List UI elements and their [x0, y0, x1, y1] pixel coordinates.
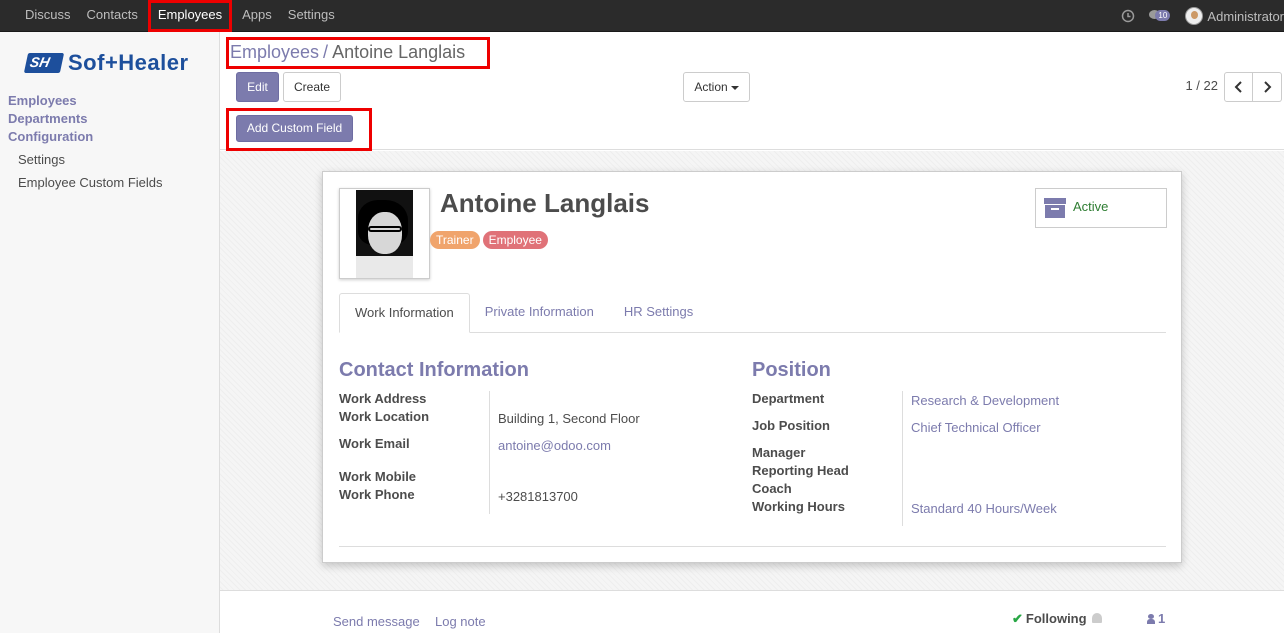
menu-employees[interactable]: Employees: [147, 0, 233, 32]
work-phone-value: +3281813700: [498, 489, 578, 504]
sidebar-item-employee-custom-fields[interactable]: Employee Custom Fields: [8, 175, 163, 190]
form-view: Antoine Langlais Trainer Employee Active…: [220, 151, 1284, 633]
pager-value[interactable]: 1 / 22: [1185, 78, 1218, 93]
position-title: Position: [752, 359, 831, 381]
sheet-divider: [339, 546, 1166, 547]
bell-icon[interactable]: [1092, 613, 1102, 623]
breadcrumb-current: Antoine Langlais: [332, 42, 466, 62]
department-label: Department: [752, 391, 825, 406]
coach-label: Coach: [752, 481, 792, 496]
contact-information-title: Contact Information: [339, 359, 529, 381]
work-phone-label: Work Phone: [339, 487, 415, 502]
work-email-label: Work Email: [339, 436, 410, 451]
sidebar-item-departments[interactable]: Departments: [8, 110, 163, 128]
avatar[interactable]: [1185, 7, 1204, 25]
sidebar-item-employees[interactable]: Employees: [8, 92, 163, 110]
employee-tags: Trainer Employee: [430, 231, 551, 249]
employee-name: Antoine Langlais: [440, 188, 650, 218]
active-toggle-button[interactable]: Active: [1035, 188, 1167, 228]
user-menu[interactable]: Administrator: [1207, 9, 1284, 24]
company-logo: SH Sof+Healer: [23, 50, 189, 76]
archive-icon: [1044, 198, 1066, 218]
tag-trainer: Trainer: [430, 231, 480, 249]
logo-text: Sof+Healer: [68, 50, 189, 75]
work-address-label: Work Address: [339, 391, 427, 406]
reporting-head-label: Reporting Head: [752, 463, 849, 478]
breadcrumb-employees[interactable]: Employees: [230, 42, 319, 62]
log-note-button[interactable]: Log note: [435, 614, 486, 629]
menu-apps[interactable]: Apps: [234, 0, 280, 32]
side-nav: Employees Departments Configuration Sett…: [8, 92, 163, 190]
tab-hr-settings[interactable]: HR Settings: [609, 293, 708, 333]
contact-divider: [489, 391, 490, 514]
tab-private-information[interactable]: Private Information: [470, 293, 609, 333]
employee-sheet: Antoine Langlais Trainer Employee Active…: [322, 171, 1182, 563]
following-label: Following: [1025, 611, 1087, 626]
edit-button[interactable]: Edit: [236, 72, 279, 102]
chevron-left-icon[interactable]: [1224, 72, 1253, 102]
action-label: Action: [694, 80, 728, 94]
work-location-label: Work Location: [339, 409, 430, 424]
menu-contacts[interactable]: Contacts: [79, 0, 146, 32]
top-navbar: Discuss Contacts Employees Apps Settings…: [0, 0, 1284, 32]
pager-buttons: [1224, 72, 1282, 102]
sidebar-item-settings[interactable]: Settings: [8, 152, 163, 167]
menu-discuss[interactable]: Discuss: [0, 0, 79, 32]
following-button[interactable]: ✔ Following: [1012, 611, 1087, 627]
chatter: Send message Log note ✔ Following 1: [220, 590, 1284, 633]
chat-icon[interactable]: 10: [1149, 9, 1171, 23]
tag-employee: Employee: [482, 231, 548, 249]
create-button[interactable]: Create: [283, 72, 341, 102]
status-label: Active: [1073, 199, 1109, 214]
sidebar: SH Sof+Healer Employees Departments Conf…: [0, 32, 220, 633]
action-dropdown[interactable]: Action: [683, 72, 750, 102]
chevron-right-icon[interactable]: [1253, 72, 1282, 102]
job-position-value[interactable]: Chief Technical Officer: [911, 420, 1041, 435]
work-location-value: Building 1, Second Floor: [498, 411, 640, 426]
work-email-value[interactable]: antoine@odoo.com: [498, 438, 611, 453]
employee-photo[interactable]: [339, 188, 430, 279]
breadcrumb: Employees / Antoine Langlais: [230, 42, 465, 63]
chat-count-badge: 10: [1155, 10, 1171, 21]
department-value[interactable]: Research & Development: [911, 393, 1059, 408]
check-icon: ✔: [1012, 611, 1023, 626]
followers-count: 1: [1158, 611, 1166, 626]
caret-down-icon: [730, 85, 739, 90]
control-panel: Employees / Antoine Langlais Edit Create A…: [220, 32, 1284, 151]
working-hours-value[interactable]: Standard 40 Hours/Week: [911, 501, 1057, 516]
working-hours-label: Working Hours: [752, 499, 845, 514]
sidebar-item-configuration[interactable]: Configuration: [8, 128, 163, 146]
user-icon: [1147, 614, 1155, 624]
position-divider: [902, 391, 903, 526]
breadcrumb-separator: /: [323, 42, 329, 62]
followers-button[interactable]: 1: [1147, 611, 1165, 626]
menu-settings[interactable]: Settings: [280, 0, 343, 32]
work-mobile-label: Work Mobile: [339, 469, 417, 484]
app-menu: Discuss Contacts Employees Apps Settings: [0, 0, 343, 32]
clock-icon[interactable]: [1121, 9, 1135, 23]
tab-work-information[interactable]: Work Information: [339, 293, 470, 333]
send-message-button[interactable]: Send message: [333, 614, 420, 629]
job-position-label: Job Position: [752, 418, 830, 433]
logo-mark: SH: [23, 53, 65, 73]
notebook-tabs: Work Information Private Information HR …: [339, 293, 1166, 333]
systray: 10 Administrator: [1121, 0, 1284, 32]
manager-label: Manager: [752, 445, 806, 460]
add-custom-field-button[interactable]: Add Custom Field: [236, 115, 353, 142]
